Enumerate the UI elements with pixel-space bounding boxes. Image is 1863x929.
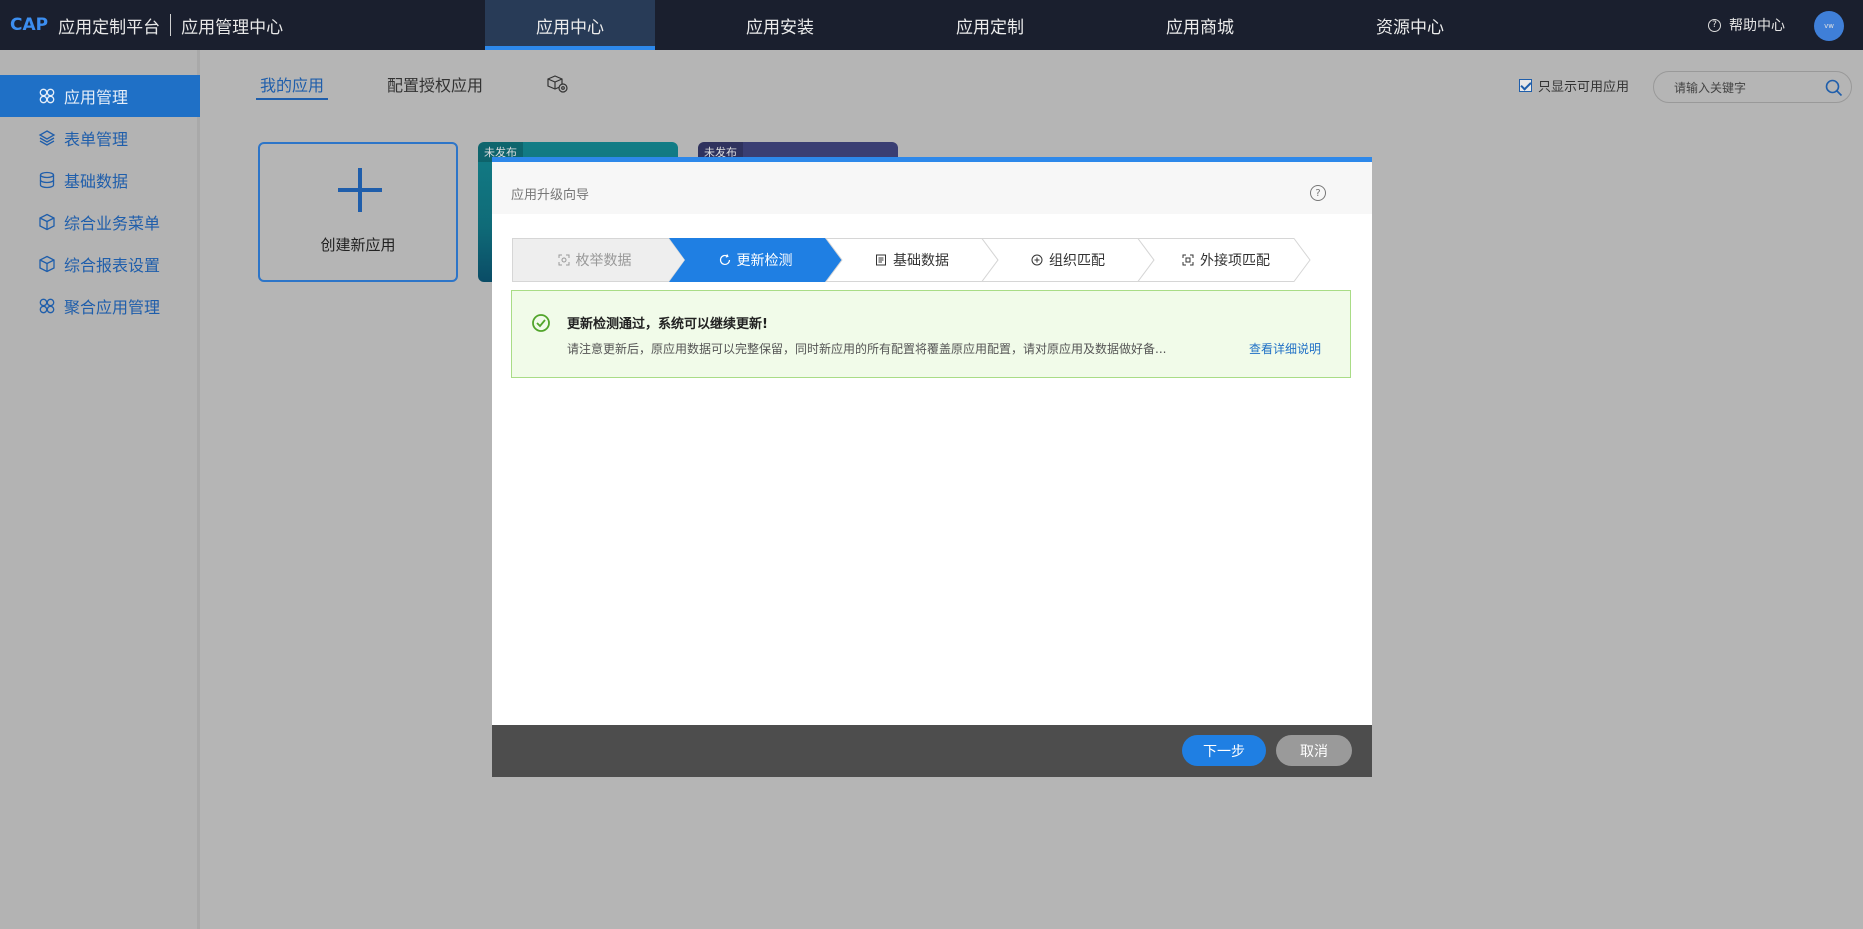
- avatar[interactable]: vw: [1814, 11, 1844, 41]
- dialog-title: 应用升级向导: [511, 188, 590, 203]
- next-step-button[interactable]: 下一步: [1182, 735, 1266, 766]
- checkbox-checked-icon: [1519, 79, 1532, 92]
- refresh-icon: [719, 254, 730, 266]
- document-icon: [876, 254, 886, 266]
- database-icon: [39, 171, 55, 189]
- scan-icon: [558, 254, 569, 266]
- wizard-steps: 枚举数据 更新检测 基础数据 组织匹配 外接项匹配: [512, 238, 1312, 282]
- help-center-link[interactable]: ? 帮助中心: [1708, 0, 1785, 50]
- only-available-label: 只显示可用应用: [1538, 80, 1630, 95]
- search-input[interactable]: [1674, 78, 1814, 98]
- sidebar-item-basic-data[interactable]: 基础数据: [0, 159, 200, 201]
- sidebar-item-label: 表单管理: [64, 130, 129, 149]
- dialog-footer: 下一步 取消: [492, 725, 1372, 777]
- platform-name: 应用定制平台: [58, 17, 161, 38]
- upgrade-wizard-dialog: 应用升级向导 ? 枚举数据 更新检测 基础数据 组织匹配 外接项匹配 更新检测通…: [492, 157, 1372, 777]
- sidebar-item-label: 基础数据: [64, 172, 129, 191]
- sidebar: 应用管理 表单管理 基础数据 综合业务菜单 综合报表设置 聚合应用管理: [0, 50, 200, 929]
- step-external-match: 外接项匹配: [1146, 238, 1306, 282]
- cube-icon: [39, 255, 55, 273]
- clover-icon: [39, 298, 55, 314]
- tab-authorized-apps[interactable]: 配置授权应用: [387, 72, 483, 100]
- nav-tab-resource-center[interactable]: 资源中心: [1325, 0, 1495, 50]
- nav-tab-app-store[interactable]: 应用商城: [1115, 0, 1285, 50]
- alert-title: 更新检测通过，系统可以继续更新!: [567, 317, 768, 332]
- clover-icon: [39, 88, 55, 104]
- create-app-card[interactable]: 创建新应用: [258, 142, 458, 282]
- external-match-icon: [1182, 254, 1194, 266]
- only-available-checkbox[interactable]: 只显示可用应用: [1519, 76, 1629, 95]
- step-org-match: 组织匹配: [990, 238, 1146, 282]
- cancel-button[interactable]: 取消: [1276, 735, 1352, 766]
- sidebar-item-label: 应用管理: [64, 88, 129, 107]
- sidebar-item-label: 聚合应用管理: [64, 298, 161, 317]
- success-alert: 更新检测通过，系统可以继续更新! 请注意更新后，原应用数据可以完整保留，同时新应…: [511, 290, 1351, 378]
- top-navbar: CAP 应用定制平台 应用管理中心 应用中心 应用安装 应用定制 应用商城 资源…: [0, 0, 1863, 50]
- cap-logo: CAP: [10, 15, 49, 35]
- tab-my-apps[interactable]: 我的应用: [256, 72, 329, 100]
- step-enum-data: 枚举数据: [512, 238, 677, 282]
- dialog-header: 应用升级向导 ?: [492, 162, 1372, 214]
- brand: CAP 应用定制平台 应用管理中心: [10, 0, 283, 50]
- cube-icon: [39, 213, 55, 231]
- nav-tab-app-install[interactable]: 应用安装: [695, 0, 865, 50]
- sidebar-item-app-management[interactable]: 应用管理: [0, 75, 200, 117]
- help-icon[interactable]: ?: [1310, 185, 1326, 201]
- create-app-label: 创建新应用: [320, 236, 396, 254]
- check-circle-icon: [532, 314, 550, 332]
- search-box: [1653, 71, 1852, 103]
- sidebar-item-business-menu[interactable]: 综合业务菜单: [0, 201, 200, 243]
- sidebar-item-aggregate-apps[interactable]: 聚合应用管理: [0, 285, 200, 327]
- brand-divider: [170, 14, 172, 36]
- sidebar-item-report-settings[interactable]: 综合报表设置: [0, 243, 200, 285]
- alert-description: 请注意更新后，原应用数据可以完整保留，同时新应用的所有配置将覆盖原应用配置，请对…: [567, 342, 1167, 356]
- layers-icon: [38, 130, 56, 146]
- sidebar-item-label: 综合报表设置: [64, 256, 161, 275]
- nav-tab-app-customize[interactable]: 应用定制: [905, 0, 1075, 50]
- step-basic-data: 基础数据: [834, 238, 990, 282]
- step-update-check: 更新检测: [677, 238, 834, 282]
- plus-icon: [338, 168, 382, 212]
- sidebar-item-label: 综合业务菜单: [64, 214, 161, 233]
- search-icon[interactable]: [1825, 79, 1843, 97]
- center-name: 应用管理中心: [181, 17, 284, 38]
- package-settings-icon[interactable]: [546, 74, 570, 94]
- org-match-icon: [1031, 254, 1043, 266]
- help-icon: ?: [1708, 18, 1721, 32]
- view-details-link[interactable]: 查看详细说明: [1249, 340, 1321, 357]
- nav-tab-app-center[interactable]: 应用中心: [485, 0, 655, 50]
- help-label: 帮助中心: [1729, 18, 1785, 34]
- sidebar-item-form-management[interactable]: 表单管理: [0, 117, 200, 159]
